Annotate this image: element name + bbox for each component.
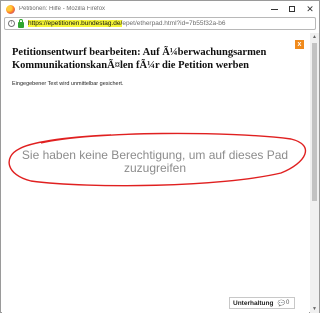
maximize-button[interactable] (283, 1, 301, 17)
url-domain: https://epetitionen.bundestag.de/ (28, 20, 123, 27)
chat-icon: 💬 (277, 300, 285, 307)
no-permission-message: Sie haben keine Berechtigung, um auf die… (21, 148, 289, 175)
url-text[interactable]: https://epetitionen.bundestag.de/epet/et… (28, 20, 226, 27)
window-title: Petitionen: Hilfe - Mozilla Firefox (19, 6, 106, 12)
info-icon[interactable]: i (8, 20, 15, 27)
firefox-icon (6, 4, 15, 14)
page-title: Petitionsentwurf bearbeiten: Auf Ã¼berwa… (12, 47, 267, 71)
browser-window: Petitionen: Hilfe - Mozilla Firefox ✕ i … (0, 0, 320, 313)
lock-icon[interactable] (18, 18, 24, 28)
chat-count: 0 (285, 300, 290, 306)
chat-label: Unterhaltung (233, 299, 274, 307)
minimize-icon (270, 8, 278, 10)
minimize-button[interactable] (265, 1, 283, 17)
chat-button[interactable]: Unterhaltung 💬 0 (229, 297, 295, 309)
scroll-thumb[interactable] (312, 43, 317, 201)
maximize-icon (289, 6, 295, 12)
url-bar[interactable]: i https://epetitionen.bundestag.de/epet/… (4, 17, 316, 30)
scroll-down-icon[interactable]: ▼ (310, 305, 319, 313)
url-path: epet/etherpad.html?id=7b55f32a-b6 (122, 20, 226, 27)
title-bar: Petitionen: Hilfe - Mozilla Firefox ✕ (1, 1, 319, 17)
close-window-button[interactable]: ✕ (301, 1, 319, 17)
scrollbar[interactable]: ▲ ▼ (310, 33, 319, 313)
permission-message-area: Sie haben keine Berechtigung, um auf die… (1, 129, 311, 189)
scroll-up-icon[interactable]: ▲ (310, 33, 319, 41)
autosave-note: Eingegebener Text wird unmittelbar gesic… (12, 81, 124, 87)
